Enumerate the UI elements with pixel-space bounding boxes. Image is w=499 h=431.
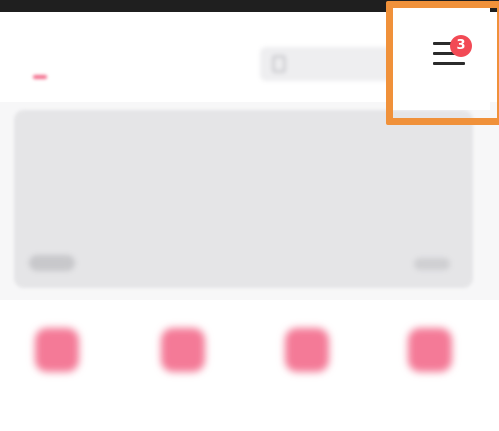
quick-actions-row xyxy=(0,300,499,431)
quick-action-1[interactable] xyxy=(22,320,92,420)
tab-active-indicator xyxy=(33,75,47,79)
banner-tag-left xyxy=(29,255,75,271)
notification-badge: 3 xyxy=(450,35,472,57)
banner-page-indicator xyxy=(414,258,450,270)
search-input[interactable] xyxy=(260,47,406,81)
app-icon xyxy=(408,328,452,372)
app-icon xyxy=(35,328,79,372)
quick-action-4[interactable] xyxy=(395,320,465,420)
search-icon xyxy=(272,55,286,73)
app-icon xyxy=(285,328,329,372)
app-icon xyxy=(161,328,205,372)
banner-carousel[interactable] xyxy=(14,110,473,288)
quick-action-3[interactable] xyxy=(272,320,342,420)
quick-action-2[interactable] xyxy=(148,320,218,420)
menu-highlight-box xyxy=(386,1,499,125)
